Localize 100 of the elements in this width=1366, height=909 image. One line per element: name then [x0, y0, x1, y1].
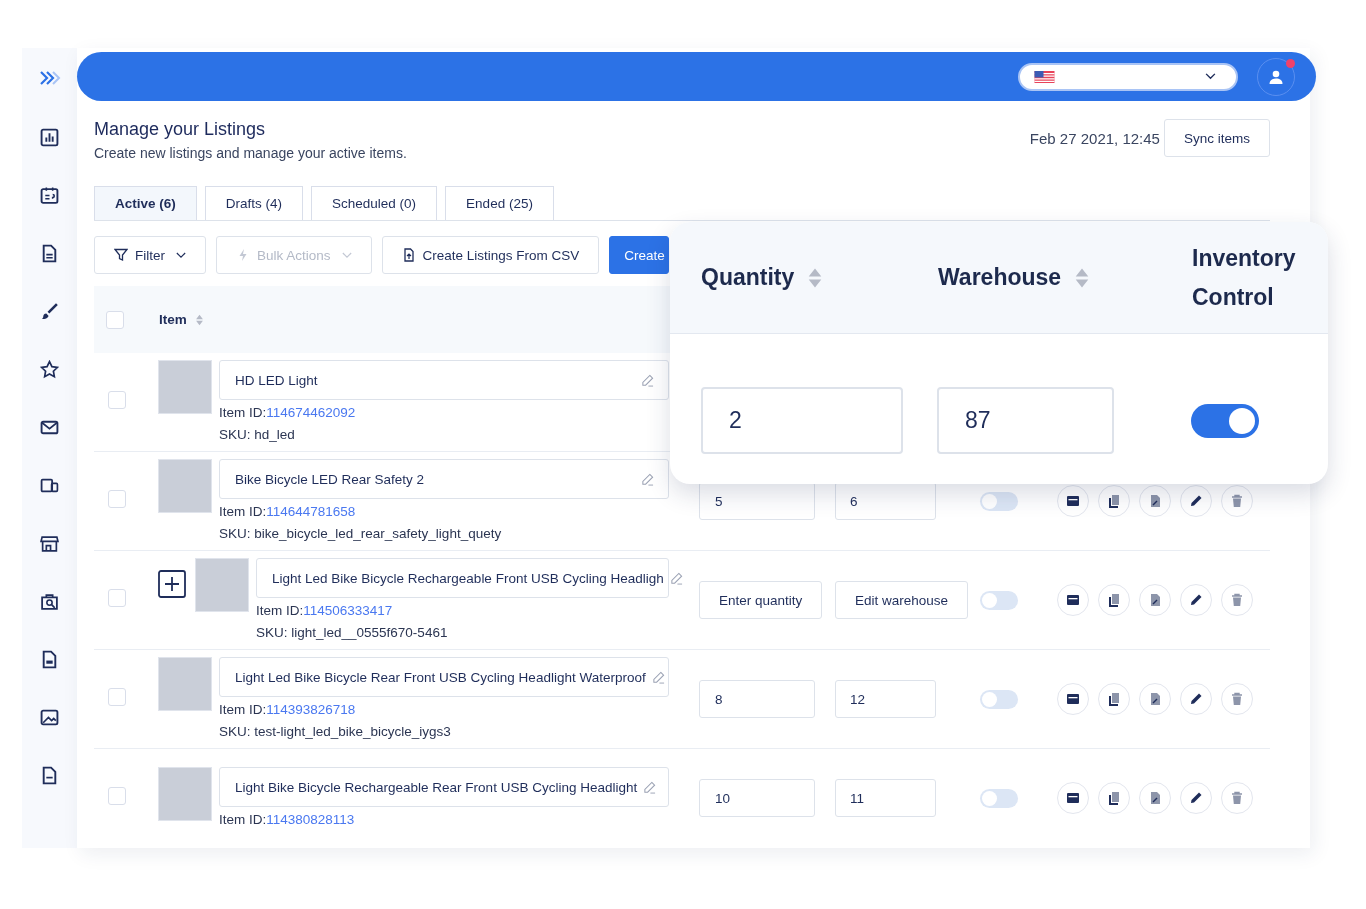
copy-icon[interactable] [1098, 485, 1130, 517]
listing-title: Light Led Bike Bicycle Rechargeable Front USB Cycling Headligh [272, 570, 664, 586]
inventory-toggle[interactable] [980, 788, 1018, 808]
sku-text: SKU: light_led__0555f670-5461 [256, 624, 449, 642]
funnel-icon [114, 248, 128, 262]
tab[interactable]: Ended (25) [445, 186, 554, 220]
trash-icon[interactable] [1221, 683, 1253, 715]
inventory-toggle[interactable] [1191, 403, 1259, 438]
pen-icon[interactable] [651, 670, 665, 684]
notification-dot [1286, 58, 1295, 68]
pen-icon[interactable] [641, 373, 654, 387]
pencil-icon[interactable] [1180, 683, 1212, 715]
title-input-field[interactable]: Light Bike Bicycle Rechargeable Rear Front USB Cycling Headlight [219, 767, 669, 807]
item-id-link[interactable]: 114380828113 [266, 812, 355, 827]
copy-icon[interactable] [1098, 584, 1130, 616]
inventory-toggle[interactable] [980, 491, 1018, 511]
create-button[interactable]: Create [609, 236, 670, 274]
edit-document-icon[interactable] [1139, 485, 1171, 517]
card-icon[interactable] [1057, 485, 1089, 517]
caret-icon [341, 251, 352, 259]
card-icon[interactable] [1057, 584, 1089, 616]
item-id-link[interactable]: 114506333417 [303, 603, 393, 618]
edit-document-icon[interactable] [1139, 584, 1171, 616]
photo-placeholder [158, 459, 212, 513]
title-input-field[interactable]: HD LED Light [219, 360, 669, 400]
brush-icon[interactable] [40, 302, 59, 321]
item-id-link[interactable]: 114674462092 [266, 405, 356, 420]
trash-icon[interactable] [1221, 584, 1253, 616]
title-input-field[interactable]: Light Led Bike Bicycle Rear Front USB Cycling Headlight Waterproof [219, 657, 669, 697]
pencil-icon[interactable] [1180, 485, 1212, 517]
pen-icon[interactable] [669, 571, 683, 585]
tab[interactable]: Active (6) [94, 186, 197, 220]
create-from-csv-button[interactable]: Create Listings From CSV [381, 236, 600, 274]
warehouse-field[interactable]: 11 [835, 779, 936, 817]
warehouse-field[interactable]: 12 [835, 680, 936, 718]
copy-icon[interactable] [1098, 683, 1130, 715]
column-header[interactable]: Warehouse [938, 258, 1062, 297]
edit-warehouse-button[interactable]: Edit warehouse [835, 581, 969, 619]
tab[interactable]: Drafts (4) [204, 186, 304, 220]
devices-icon[interactable] [40, 476, 59, 495]
column-header[interactable]: Inventory Control [1192, 238, 1312, 317]
column-header[interactable]: Quantity [701, 258, 795, 297]
store-icon[interactable] [40, 534, 59, 553]
photo-placeholder [158, 657, 212, 711]
sku-text: SKU: bike_bicycle_led_rear_safety_light_quety [219, 525, 503, 543]
file-icon[interactable] [40, 766, 59, 785]
user-icon [1268, 68, 1284, 85]
quantity-field[interactable]: 10 [699, 779, 815, 817]
pencil-icon[interactable] [1180, 782, 1212, 814]
column-header[interactable]: Item [159, 312, 187, 327]
sync-items-button[interactable]: Sync items [1163, 119, 1270, 157]
quantity-field[interactable]: 2 [701, 387, 903, 454]
expand-plus-icon[interactable] [158, 570, 186, 598]
row-checkbox[interactable] [108, 787, 126, 805]
inventory-toggle[interactable] [980, 689, 1018, 709]
trash-icon[interactable] [1221, 485, 1253, 517]
document-icon[interactable] [40, 244, 59, 263]
pen-icon[interactable] [641, 472, 654, 486]
select-all-checkbox[interactable] [106, 310, 124, 329]
image-icon[interactable] [40, 708, 59, 727]
flag-icon [1034, 70, 1055, 83]
language-dropdown[interactable] [1018, 62, 1238, 91]
caret-icon [1205, 73, 1216, 80]
edit-document-icon[interactable] [1139, 782, 1171, 814]
quantity-field[interactable]: 8 [699, 680, 815, 718]
item-id-label: Item ID: [219, 405, 267, 420]
clipboard-icon[interactable] [40, 186, 59, 205]
trash-icon[interactable] [1221, 782, 1253, 814]
sku-text: SKU: hd_led [219, 426, 296, 444]
bag-search-icon[interactable] [40, 592, 59, 611]
item-id-label: Item ID: [219, 702, 267, 717]
pen-icon[interactable] [643, 780, 657, 794]
chevrons-icon[interactable] [38, 70, 61, 86]
item-id-link[interactable]: 114393826718 [266, 702, 356, 717]
last-sync-time: Feb 27 2021, 12:45 [1029, 129, 1160, 147]
enter-quantity-button[interactable]: Enter quantity [699, 581, 823, 619]
row-checkbox[interactable] [108, 589, 126, 607]
star-icon[interactable] [40, 360, 59, 379]
card-icon[interactable] [1057, 683, 1089, 715]
photo-placeholder [158, 767, 212, 821]
pencil-icon[interactable] [1180, 584, 1212, 616]
photo-placeholder [158, 360, 212, 414]
title-input-field[interactable]: Bike Bicycle LED Rear Safety 2 [219, 459, 669, 499]
copy-icon[interactable] [1098, 782, 1130, 814]
item-id-link[interactable]: 114644781658 [266, 504, 356, 519]
card-icon[interactable] [1057, 782, 1089, 814]
warehouse-field[interactable]: 87 [937, 387, 1114, 454]
mail-icon[interactable] [40, 418, 59, 437]
inventory-toggle[interactable] [980, 590, 1018, 610]
pdf-file-icon[interactable] [40, 650, 59, 669]
chart-icon[interactable] [40, 128, 59, 147]
row-checkbox[interactable] [108, 391, 126, 409]
tab[interactable]: Scheduled (0) [311, 186, 438, 220]
edit-document-icon[interactable] [1139, 683, 1171, 715]
listing-title: Light Led Bike Bicycle Rear Front USB Cycling Headlight Waterproof [235, 669, 646, 685]
listing-title: HD LED Light [235, 372, 318, 388]
filter-button[interactable]: Filter [94, 236, 206, 274]
listing-title: Bike Bicycle LED Rear Safety 2 [235, 471, 425, 487]
row-checkbox[interactable] [108, 490, 126, 508]
row-checkbox[interactable] [108, 688, 126, 706]
